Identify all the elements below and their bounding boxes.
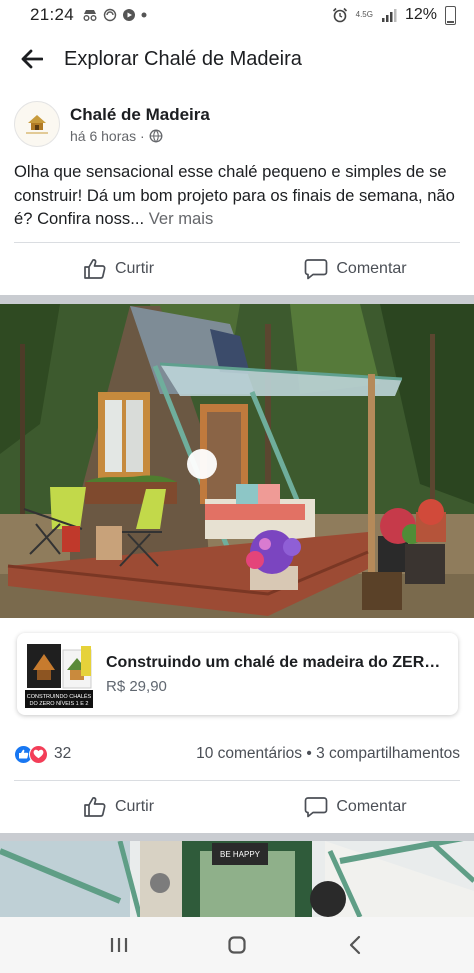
page-avatar[interactable] [14,101,60,147]
like-label: Curtir [114,260,155,277]
chalet-photo [0,304,474,618]
comment-icon [305,797,328,818]
logo-icon [26,115,48,134]
comment-button[interactable]: Comentar [237,243,474,295]
status-bar: 21:24 4.5G 12% [0,0,474,30]
comment-label: Comentar [336,260,407,277]
comment-button[interactable]: Comentar [237,781,474,833]
author-block: Chalé de Madeira há 6 horas · [70,105,210,144]
thumbs-up-icon [84,259,106,279]
sign-text: BE HAPPY [220,850,261,859]
post-actions-bottom: Curtir Comentar [0,781,474,833]
like-button[interactable]: Curtir [0,781,237,833]
reaction-count: 32 [54,745,72,762]
post-text: Olha que sensacional esse chalé pequeno … [14,160,462,231]
chalet-interior-photo: BE HAPPY [0,841,474,917]
comments-count[interactable]: 10 comentários [196,745,302,762]
status-right: 4.5G 12% [332,5,456,25]
home-icon [228,936,246,954]
system-back-button[interactable] [325,921,385,969]
love-reaction-icon [29,744,48,764]
status-time: 21:24 [30,5,75,24]
signal-icon [381,9,397,22]
thumb-line-1: CONSTRUINDO CHALÉS [27,693,92,700]
comment-label: Comentar [336,798,407,815]
arrow-left-icon [21,49,43,69]
stats-separator: • [306,745,312,762]
system-nav-bar [0,917,474,973]
post-timestamp[interactable]: há 6 horas · [70,128,145,144]
sync-icon [103,8,117,22]
engagement-stats: 10 comentários • 3 compartilhamentos [196,745,460,763]
product-card[interactable]: CONSTRUINDO CHALÉS DO ZERO NÍVEIS 1 E 2 … [17,633,458,715]
dot-icon [141,12,147,18]
product-price: R$ 29,90 [106,677,167,695]
product-image: CONSTRUINDO CHALÉS DO ZERO NÍVEIS 1 E 2 [25,640,93,708]
author-name[interactable]: Chalé de Madeira [70,105,210,125]
reaction-count-group[interactable]: 32 [14,744,72,764]
alarm-icon [332,7,347,23]
like-label: Curtir [114,798,155,815]
post-header: Chalé de Madeira há 6 horas · [14,98,460,150]
post-separator [0,833,474,841]
comment-icon [305,259,328,280]
thumbs-up-icon [84,797,106,817]
notification-icons [82,8,147,22]
page-title: Explorar Chalé de Madeira [64,47,302,70]
post-body: Olha que sensacional esse chalé pequeno … [14,162,455,228]
shares-count[interactable]: 3 compartilhamentos [316,745,460,762]
product-title[interactable]: Construindo um chalé de madeira do ZERO!… [106,654,446,672]
post-photo[interactable] [0,304,474,618]
reactions-summary: 32 10 comentários • 3 compartilhamentos [14,742,460,766]
home-button[interactable] [207,921,267,969]
product-info: Construindo um chalé de madeira do ZERO!… [106,654,446,695]
post-meta: há 6 horas · [70,128,210,144]
recent-apps-icon [110,938,128,952]
battery-percent: 12% [404,6,437,23]
page-header: Explorar Chalé de Madeira [0,30,474,88]
post-separator [0,295,474,304]
like-button[interactable]: Curtir [0,243,237,295]
status-left: 21:24 [30,5,147,25]
product-thumbnail: CONSTRUINDO CHALÉS DO ZERO NÍVEIS 1 E 2 [25,640,93,708]
back-button[interactable] [0,30,64,88]
globe-icon [149,129,163,142]
incognito-icon [83,10,97,21]
post-actions: Curtir Comentar [0,243,474,295]
battery-icon [445,5,456,25]
thumb-line-2: DO ZERO NÍVEIS 1 E 2 [30,700,89,707]
recent-apps-button[interactable] [89,921,149,969]
next-post-photo[interactable]: BE HAPPY [0,841,474,917]
media-icon [123,9,136,21]
back-icon [349,935,361,955]
see-more-link[interactable]: Ver mais [149,209,214,228]
network-type: 4.5G [355,10,373,19]
